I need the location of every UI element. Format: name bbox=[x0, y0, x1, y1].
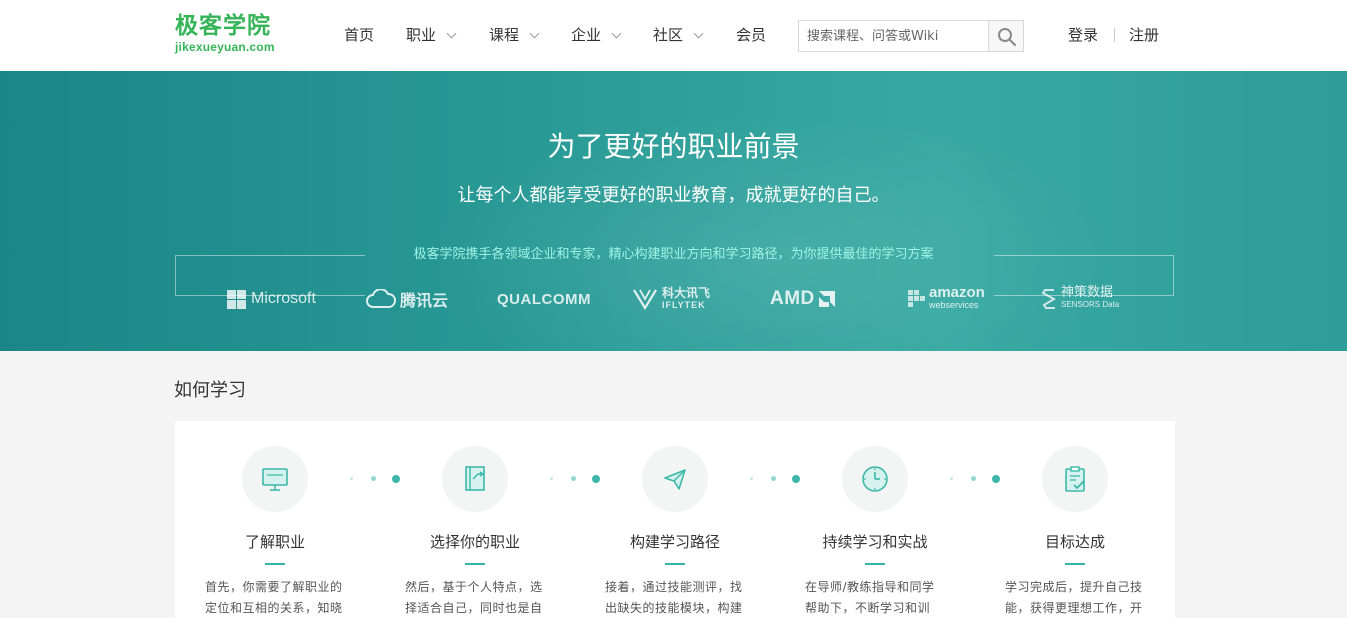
search-button[interactable] bbox=[988, 21, 1023, 51]
learning-steps-card: 了解职业 首先，你需要了解职业的定位和互相的关系，知晓 选择你的职业 然后，基于… bbox=[175, 421, 1175, 618]
nav-item-courses[interactable]: 课程 bbox=[489, 24, 540, 46]
paper-plane-icon bbox=[664, 469, 686, 490]
partner-logo-aws[interactable]: amazon webservices bbox=[907, 281, 985, 317]
banner-subtitle: 让每个人都能享受更好的职业教育，成就更好的自己。 bbox=[457, 185, 890, 206]
monitor-icon bbox=[262, 468, 288, 491]
step-description: 接着，通过技能测评，找出缺失的技能模块，构建 bbox=[605, 580, 743, 615]
amd-arrow-icon bbox=[818, 291, 835, 307]
logo-text-en: jikexueyuan.com bbox=[175, 40, 275, 54]
sensors-data-icon bbox=[1041, 289, 1057, 309]
search-box bbox=[798, 20, 1024, 52]
step-description: 首先，你需要了解职业的定位和互相的关系，知晓 bbox=[205, 580, 343, 615]
nav-item-vip[interactable]: 会员 bbox=[736, 24, 766, 46]
step-icon-circle bbox=[642, 446, 708, 512]
auth-divider bbox=[1114, 28, 1115, 42]
microsoft-icon bbox=[227, 289, 246, 309]
step-title: 了解职业 bbox=[244, 533, 305, 551]
partner-logo-qualcomm[interactable]: QUALCOMM bbox=[497, 281, 591, 317]
partner-name: 神策数据 bbox=[1061, 285, 1114, 300]
login-link[interactable]: 登录 bbox=[1068, 24, 1098, 46]
step-underline bbox=[665, 563, 685, 565]
cloud-icon bbox=[366, 289, 396, 308]
step-icon-circle bbox=[242, 446, 308, 512]
partner-name: Microsoft bbox=[251, 290, 316, 307]
clock-icon bbox=[862, 466, 888, 492]
site-logo[interactable]: 极客学院 jikexueyuan.com bbox=[175, 12, 285, 56]
chevron-down-icon bbox=[693, 28, 704, 39]
search-input[interactable] bbox=[799, 21, 989, 51]
section-title: 如何学习 bbox=[174, 380, 246, 401]
step-icon-circle bbox=[442, 446, 508, 512]
step-title: 构建学习路径 bbox=[629, 533, 720, 551]
book-icon bbox=[465, 466, 485, 491]
nav-label: 课程 bbox=[489, 26, 520, 44]
nav-label: 会员 bbox=[736, 26, 767, 44]
step-underline bbox=[1065, 563, 1085, 565]
partner-logos: Microsoft 腾讯云 QUALCOMM 科大讯飞 IFLYTEK AMD … bbox=[0, 281, 1347, 317]
nav-label: 首页 bbox=[344, 26, 375, 44]
partner-name: 腾讯云 bbox=[400, 291, 449, 310]
step-icon-circle bbox=[1042, 446, 1108, 512]
search-icon bbox=[998, 28, 1017, 47]
banner-title: 为了更好的职业前景 bbox=[547, 130, 800, 163]
iflytek-icon bbox=[633, 289, 657, 310]
step-choose-career[interactable]: 选择你的职业 然后，基于个人特点，选择适合自己，同时也是自 bbox=[375, 421, 575, 618]
partner-name: AMD bbox=[770, 288, 815, 309]
nav-item-career[interactable]: 职业 bbox=[406, 24, 457, 46]
step-description: 在导师/教练指导和同学帮助下，不断学习和训练， bbox=[805, 580, 935, 615]
top-header: 极客学院 jikexueyuan.com 首页 职业 课程 企业 社区 会员 登… bbox=[0, 0, 1347, 71]
step-build-path[interactable]: 构建学习路径 接着，通过技能测评，找出缺失的技能模块，构建 bbox=[575, 421, 775, 618]
nav-item-enterprise[interactable]: 企业 bbox=[571, 24, 622, 46]
step-description: 学习完成后，提升自己技能，获得更理想工作，开 bbox=[1005, 580, 1143, 615]
chevron-down-icon bbox=[446, 28, 457, 39]
hero-banner: 为了更好的职业前景 让每个人都能享受更好的职业教育，成就更好的自己。 极客学院携… bbox=[0, 71, 1347, 351]
step-underline bbox=[265, 563, 285, 565]
step-goal-achieved[interactable]: 目标达成 学习完成后，提升自己技能，获得更理想工作，开 bbox=[975, 421, 1175, 618]
chevron-down-icon bbox=[529, 28, 540, 39]
step-title: 目标达成 bbox=[1044, 533, 1105, 551]
chevron-down-icon bbox=[611, 28, 622, 39]
partners-caption: 极客学院携手各领域企业和专家，精心构建职业方向和学习路径，为你提供最佳的学习方案 bbox=[413, 247, 934, 262]
step-title: 持续学习和实战 bbox=[822, 533, 928, 551]
partner-name: amazon bbox=[929, 284, 985, 301]
partner-logo-iflytek[interactable]: 科大讯飞 IFLYTEK bbox=[632, 281, 710, 317]
step-understand-career[interactable]: 了解职业 首先，你需要了解职业的定位和互相的关系，知晓 bbox=[175, 421, 375, 618]
step-title: 选择你的职业 bbox=[429, 533, 520, 551]
step-icon-circle bbox=[842, 446, 908, 512]
partner-sub: IFLYTEK bbox=[662, 300, 706, 310]
partner-sub: SENSORS Data bbox=[1061, 300, 1120, 309]
step-underline bbox=[865, 563, 885, 565]
nav-item-community[interactable]: 社区 bbox=[653, 24, 704, 46]
step-keep-learning[interactable]: 持续学习和实战 在导师/教练指导和同学帮助下，不断学习和训练， bbox=[775, 421, 975, 618]
register-link[interactable]: 注册 bbox=[1129, 24, 1159, 46]
partner-logo-microsoft[interactable]: Microsoft bbox=[227, 281, 316, 317]
logo-text-cn: 极客学院 bbox=[175, 13, 271, 39]
step-description: 然后，基于个人特点，选择适合自己，同时也是自 bbox=[405, 580, 543, 615]
aws-cubes-icon bbox=[908, 290, 925, 307]
partner-name: 科大讯飞 bbox=[662, 286, 711, 300]
partner-name: QUALCOMM bbox=[497, 290, 591, 308]
partner-sub: webservices bbox=[929, 300, 979, 310]
nav-item-home[interactable]: 首页 bbox=[344, 24, 374, 46]
partner-logo-tencent-cloud[interactable]: 腾讯云 bbox=[366, 281, 448, 317]
nav-label: 社区 bbox=[653, 26, 684, 44]
nav-label: 企业 bbox=[571, 26, 602, 44]
clipboard-check-icon bbox=[1065, 466, 1085, 492]
step-underline bbox=[465, 563, 485, 565]
partner-logo-sensors-data[interactable]: 神策数据 SENSORS Data bbox=[1041, 281, 1119, 317]
nav-label: 职业 bbox=[406, 26, 437, 44]
partner-logo-amd[interactable]: AMD bbox=[770, 281, 836, 317]
